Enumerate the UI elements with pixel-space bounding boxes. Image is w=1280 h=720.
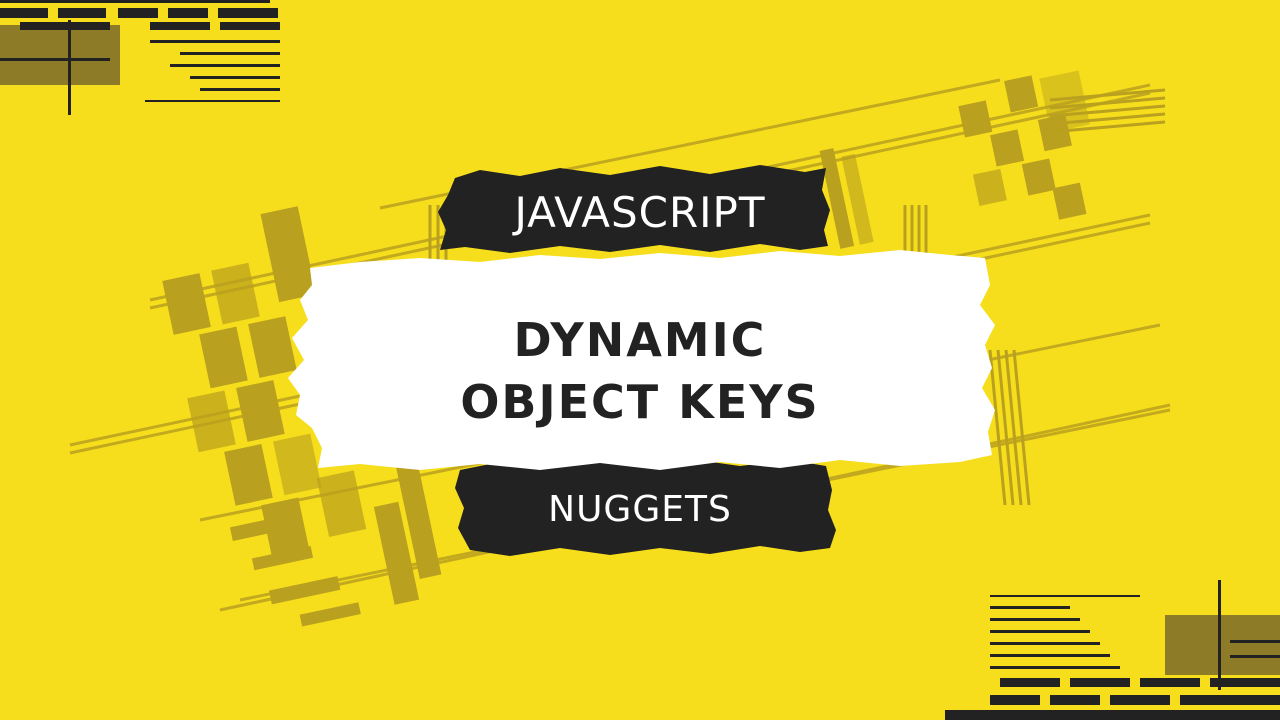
series-label: NUGGETS xyxy=(548,488,732,530)
thumbnail-canvas: JAVASCRIPT DYNAMIC OBJECT KEYS NUGGETS xyxy=(0,0,1280,720)
page-title: DYNAMIC OBJECT KEYS xyxy=(300,296,980,446)
title-line-2: OBJECT KEYS xyxy=(460,375,820,429)
top-left-ornament xyxy=(0,0,280,115)
title-line-1: DYNAMIC xyxy=(513,313,767,367)
bottom-right-ornament xyxy=(945,580,1280,720)
kicker-label: JAVASCRIPT xyxy=(514,188,766,237)
right-checker-cluster xyxy=(819,70,1090,249)
